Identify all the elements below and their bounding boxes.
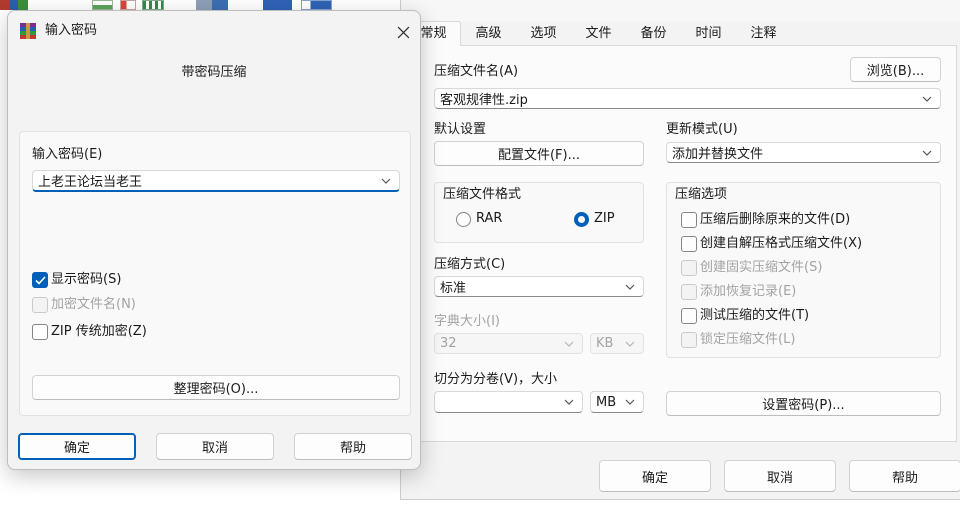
chevron-down-icon[interactable] xyxy=(922,96,932,102)
chevron-down-icon[interactable] xyxy=(564,341,574,347)
update-mode-select[interactable]: 添加并替换文件 xyxy=(666,142,941,163)
compression-method-select[interactable]: 标准 xyxy=(434,276,644,297)
help-button[interactable]: 帮助 xyxy=(294,433,412,460)
lock-archive-checkbox[interactable]: 锁定压缩文件(L) xyxy=(681,332,931,348)
word-file-icon xyxy=(301,0,332,10)
split-unit-select[interactable]: MB xyxy=(590,391,644,413)
split-volumes-label: 切分为分卷(V)，大小 xyxy=(434,372,558,387)
checkbox-label: 创建固实压缩文件(S) xyxy=(700,260,823,275)
chevron-down-icon[interactable] xyxy=(381,178,391,184)
radio-button[interactable] xyxy=(574,212,589,227)
file-icon xyxy=(196,0,228,10)
checkbox-box[interactable] xyxy=(32,297,48,313)
chevron-down-icon[interactable] xyxy=(625,341,635,347)
checkbox-box[interactable] xyxy=(681,332,697,348)
password-value[interactable]: 上老王论坛当老王 xyxy=(38,171,142,190)
create-solid-checkbox[interactable]: 创建固实压缩文件(S) xyxy=(681,260,931,276)
checkmark-icon xyxy=(34,275,46,285)
checkbox-label: ZIP 传统加密(Z) xyxy=(51,324,147,339)
zip-legacy-encryption-checkbox[interactable]: ZIP 传统加密(Z) xyxy=(32,324,232,340)
close-button[interactable] xyxy=(394,23,412,41)
dictionary-unit-value: KB xyxy=(596,336,614,351)
password-panel: 输入密码(E) 上老王论坛当老王 显示密码(S) 加密文件名(N) ZIP 传统… xyxy=(19,131,411,416)
archive-format-group-label: 压缩文件格式 xyxy=(443,187,522,202)
dialog-title: 输入密码 xyxy=(45,23,98,38)
ok-button[interactable]: 确定 xyxy=(599,460,711,492)
enter-password-dialog: 输入密码 带密码压缩 输入密码(E) 上老王论坛当老王 显示密码(S) 加密文件… xyxy=(7,10,421,470)
close-icon[interactable] xyxy=(397,26,410,39)
profiles-button[interactable]: 配置文件(F)... xyxy=(434,141,644,166)
format-zip-label: ZIP xyxy=(594,211,615,226)
checkbox-label: 显示密码(S) xyxy=(51,272,122,287)
cancel-button[interactable]: 取消 xyxy=(724,460,836,492)
general-tab-content: 压缩文件名(A) 浏览(B)... 客观规律性.zip 默认设置 配置文件(F)… xyxy=(401,0,960,499)
dialog-heading: 带密码压缩 xyxy=(181,65,247,80)
checkbox-label: 测试压缩的文件(T) xyxy=(700,308,810,323)
word-file-icon xyxy=(263,0,292,10)
help-button[interactable]: 帮助 xyxy=(849,460,960,492)
format-rar-label: RAR xyxy=(476,211,503,226)
delete-files-after-checkbox[interactable]: 压缩后删除原来的文件(D) xyxy=(681,212,931,228)
image-file-icon xyxy=(120,0,136,10)
format-zip-radio[interactable]: ZIP xyxy=(574,211,634,227)
ok-button[interactable]: 确定 xyxy=(18,433,136,460)
archiving-options-group: 压缩选项 压缩后删除原来的文件(D) 创建自解压格式压缩文件(X) 创建固实压缩… xyxy=(666,182,941,358)
password-label: 输入密码(E) xyxy=(32,147,103,162)
checkbox-label: 创建自解压格式压缩文件(X) xyxy=(700,236,863,251)
cancel-button[interactable]: 取消 xyxy=(156,433,274,460)
chevron-down-icon[interactable] xyxy=(564,399,574,405)
update-mode-label: 更新模式(U) xyxy=(666,122,738,137)
add-recovery-record-checkbox[interactable]: 添加恢复记录(E) xyxy=(681,284,931,300)
compression-method-label: 压缩方式(C) xyxy=(434,257,506,272)
checkbox-box[interactable] xyxy=(681,236,697,252)
set-password-button[interactable]: 设置密码(P)... xyxy=(666,391,941,416)
split-unit-value: MB xyxy=(596,394,617,410)
organize-passwords-button[interactable]: 整理密码(O)... xyxy=(32,375,400,400)
checkbox-box[interactable] xyxy=(681,284,697,300)
checkbox-box[interactable] xyxy=(32,324,48,340)
dictionary-size-label: 字典大小(I) xyxy=(434,314,500,329)
checkbox-label: 压缩后删除原来的文件(D) xyxy=(700,212,851,227)
archiving-options-group-label: 压缩选项 xyxy=(675,187,728,202)
create-sfx-checkbox[interactable]: 创建自解压格式压缩文件(X) xyxy=(681,236,931,252)
archive-settings-dialog: 常规 高级 选项 文件 备份 时间 注释 压缩文件名(A) 浏览(B)... 客… xyxy=(400,0,960,500)
spreadsheet-file-icon xyxy=(142,0,164,10)
show-password-checkbox[interactable]: 显示密码(S) xyxy=(32,272,232,288)
chevron-down-icon[interactable] xyxy=(625,284,635,290)
archive-name-value: 客观规律性.zip xyxy=(440,93,528,108)
dictionary-size-value: 32 xyxy=(440,336,457,351)
checkbox-label: 添加恢复记录(E) xyxy=(700,284,797,299)
chevron-down-icon[interactable] xyxy=(625,399,635,405)
checkbox-label: 锁定压缩文件(L) xyxy=(700,332,796,347)
radio-button[interactable] xyxy=(456,212,471,227)
checkbox-box[interactable] xyxy=(681,260,697,276)
winrar-icon xyxy=(19,22,37,40)
archive-name-combobox[interactable]: 客观规律性.zip xyxy=(434,88,941,109)
dictionary-unit-select[interactable]: KB xyxy=(590,333,644,354)
encrypt-file-names-checkbox[interactable]: 加密文件名(N) xyxy=(32,297,232,313)
archive-format-group: 压缩文件格式 RAR ZIP xyxy=(434,182,644,243)
browse-button[interactable]: 浏览(B)... xyxy=(850,57,941,82)
checkbox-label: 加密文件名(N) xyxy=(51,297,136,312)
test-archived-files-checkbox[interactable]: 测试压缩的文件(T) xyxy=(681,308,931,324)
archive-name-label: 压缩文件名(A) xyxy=(434,64,519,79)
compression-method-value: 标准 xyxy=(440,281,467,296)
update-mode-value: 添加并替换文件 xyxy=(672,147,764,162)
format-rar-radio[interactable]: RAR xyxy=(456,211,516,227)
checkbox-box[interactable] xyxy=(32,272,48,288)
split-size-combobox[interactable] xyxy=(434,391,583,413)
document-file-icon xyxy=(92,0,113,10)
password-input[interactable]: 上老王论坛当老王 xyxy=(32,170,400,192)
archive-file-icon xyxy=(0,0,28,10)
checkbox-box[interactable] xyxy=(681,212,697,228)
default-settings-label: 默认设置 xyxy=(434,122,487,137)
checkbox-box[interactable] xyxy=(681,308,697,324)
dictionary-size-select[interactable]: 32 xyxy=(434,333,583,354)
chevron-down-icon[interactable] xyxy=(922,150,932,156)
